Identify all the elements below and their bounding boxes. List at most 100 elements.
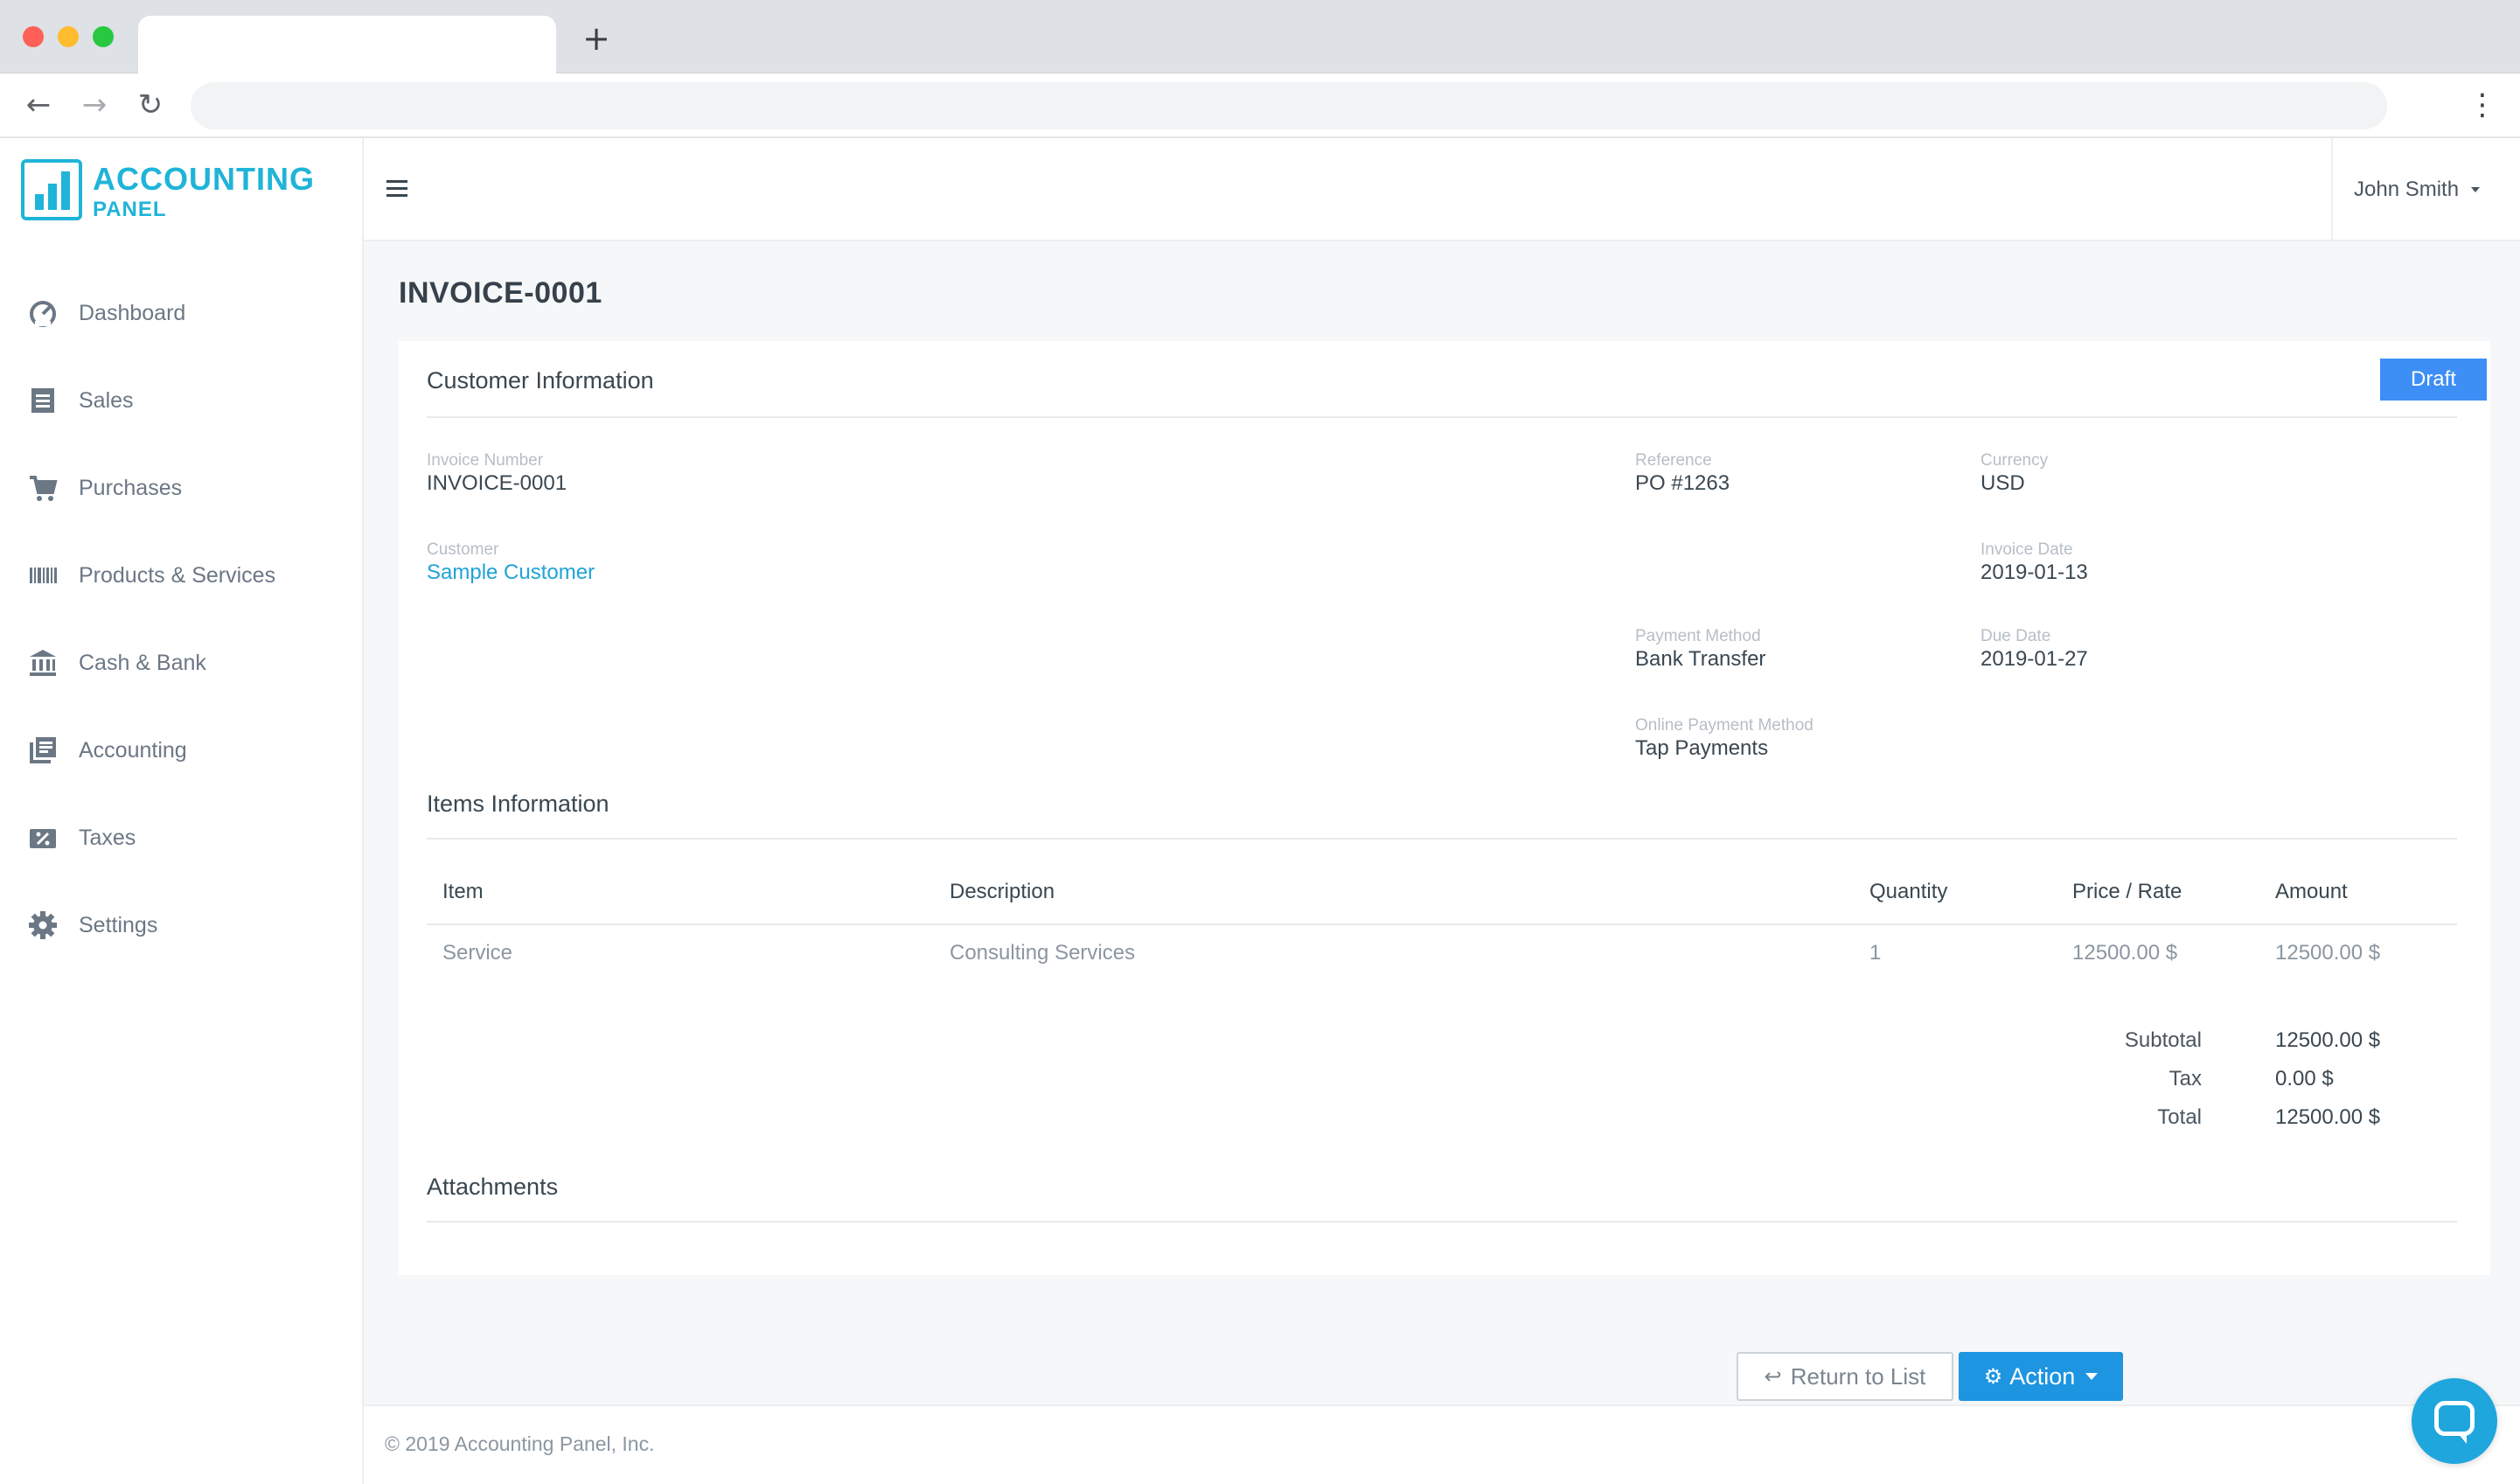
subtotal-value: 12500.00 $ [2275, 1028, 2381, 1052]
currency-field: Currency USD [1980, 451, 2048, 497]
sidebar-item-products-services[interactable]: Products & Services [0, 532, 362, 619]
divider [427, 416, 2457, 418]
return-arrow-icon: ↩ [1764, 1364, 1782, 1389]
brand-subtitle: PANEL [93, 198, 167, 221]
chat-bubble-icon [2434, 1401, 2475, 1444]
customer-info-title: Customer Information [427, 367, 654, 394]
logo[interactable]: ACCOUNTING PANEL [21, 159, 353, 229]
field-value: Bank Transfer [1635, 647, 1766, 671]
column-header: Price / Rate [2072, 880, 2182, 903]
field-value: PO #1263 [1635, 471, 1730, 495]
page-title: INVOICE-0001 [399, 276, 602, 310]
reload-icon[interactable]: ↻ [131, 86, 170, 124]
column-header: Amount [2275, 880, 2348, 903]
field-label: Online Payment Method [1635, 716, 1813, 735]
speedometer-icon [28, 298, 58, 328]
caret-down-icon [2085, 1373, 2099, 1380]
field-value: INVOICE-0001 [427, 471, 567, 495]
minimize-window-icon[interactable] [58, 26, 79, 47]
payment-method-field: Payment Method Bank Transfer [1635, 627, 1765, 672]
sidebar-item-label: Dashboard [79, 300, 186, 325]
table-cell: 12500.00 $ [2072, 941, 2178, 965]
cart-icon [28, 473, 58, 503]
subtotal-label: Subtotal [2124, 1028, 2202, 1052]
browser-tab-strip: + [0, 0, 2520, 73]
sidebar-item-label: Purchases [79, 475, 183, 500]
main-content: INVOICE-0001 Customer Information Draft … [364, 241, 2520, 1404]
browser-tab[interactable] [138, 16, 556, 73]
invoice-card: Customer Information Draft Invoice Numbe… [399, 341, 2490, 1275]
back-arrow-icon[interactable]: ← [19, 86, 58, 124]
table-cell: Consulting Services [950, 941, 1136, 965]
ledger-icon [28, 735, 58, 765]
table-cell: Service [442, 941, 513, 965]
field-label: Currency [1980, 451, 2049, 470]
caret-down-icon [2471, 187, 2481, 192]
sidebar-item-settings[interactable]: Settings [0, 881, 362, 969]
brand-title: ACCOUNTING [93, 161, 315, 197]
sidebar-item-cash-bank[interactable]: Cash & Bank [0, 619, 362, 707]
tax-value: 0.00 $ [2275, 1067, 2334, 1090]
due-date-field: Due Date 2019-01-27 [1980, 627, 2088, 672]
footer: © 2019 Accounting Panel, Inc. [364, 1404, 2520, 1484]
sidebar-item-dashboard[interactable]: Dashboard [0, 269, 362, 357]
divider [427, 1221, 2457, 1223]
sidebar-item-sales[interactable]: Sales [0, 357, 362, 444]
receipt-icon [28, 386, 58, 415]
total-label: Total [2157, 1105, 2202, 1129]
field-value: USD [1980, 471, 2025, 495]
field-value: 2019-01-27 [1980, 647, 2088, 671]
attachments-title: Attachments [427, 1174, 559, 1200]
sidebar-item-purchases[interactable]: Purchases [0, 444, 362, 532]
user-menu[interactable]: John Smith [2331, 138, 2520, 241]
column-header: Description [950, 880, 1055, 903]
items-info-title: Items Information [427, 791, 609, 817]
field-label: Customer [427, 540, 499, 559]
close-window-icon[interactable] [23, 26, 44, 47]
reference-field: Reference PO #1263 [1635, 451, 1730, 497]
customer-field: Customer Sample Customer [427, 540, 595, 586]
status-badge[interactable]: Draft [2380, 359, 2487, 401]
field-label: Payment Method [1635, 627, 1761, 645]
barcode-icon [28, 561, 58, 590]
chat-widget-button[interactable] [2412, 1378, 2497, 1464]
field-value: Tap Payments [1635, 736, 1769, 760]
percent-ticket-icon [28, 823, 58, 853]
user-name: John Smith [2354, 178, 2460, 201]
sidebar-item-accounting[interactable]: Accounting [0, 707, 362, 794]
customer-link[interactable]: Sample Customer [427, 560, 595, 586]
invoice-date-field: Invoice Date 2019-01-13 [1980, 540, 2088, 586]
sidebar: ACCOUNTING PANEL Dashboard Sales Purchas… [0, 138, 364, 1484]
copyright-text: © 2019 Accounting Panel, Inc. [385, 1432, 655, 1455]
hamburger-menu-icon[interactable] [386, 180, 407, 198]
sidebar-menu: Dashboard Sales Purchases Products & Ser… [0, 269, 362, 969]
table-cell: 12500.00 $ [2275, 941, 2381, 965]
tax-label: Tax [2168, 1067, 2202, 1090]
table-cell: 1 [1869, 941, 1882, 965]
invoice-number-field: Invoice Number INVOICE-0001 [427, 451, 567, 497]
divider [427, 923, 2457, 925]
sidebar-item-taxes[interactable]: Taxes [0, 794, 362, 881]
field-label: Invoice Number [427, 451, 544, 470]
sidebar-item-label: Settings [79, 912, 158, 937]
browser-menu-icon[interactable]: ⋮ [2468, 86, 2497, 124]
return-button-label: Return to List [1790, 1362, 1926, 1390]
forward-arrow-icon[interactable]: → [75, 86, 114, 124]
column-header: Item [442, 880, 484, 903]
return-to-list-button[interactable]: ↩ Return to List [1737, 1352, 1953, 1401]
app-shell: ACCOUNTING PANEL Dashboard Sales Purchas… [0, 138, 2520, 1484]
browser-toolbar: ← → ↻ ⋮ [0, 73, 2520, 138]
total-value: 12500.00 $ [2275, 1105, 2381, 1129]
action-button-label: Action [2009, 1362, 2076, 1390]
action-dropdown-button[interactable]: ⚙ Action [1959, 1352, 2123, 1401]
new-tab-icon[interactable]: + [581, 22, 612, 55]
online-payment-method-field: Online Payment Method Tap Payments [1635, 716, 1813, 762]
address-bar[interactable] [191, 82, 2387, 129]
sidebar-item-label: Sales [79, 387, 134, 413]
sidebar-item-label: Taxes [79, 825, 136, 850]
field-label: Reference [1635, 451, 1712, 470]
bar-chart-logo-icon [21, 159, 82, 220]
bank-icon [28, 648, 58, 678]
divider [427, 838, 2457, 840]
maximize-window-icon[interactable] [93, 26, 114, 47]
